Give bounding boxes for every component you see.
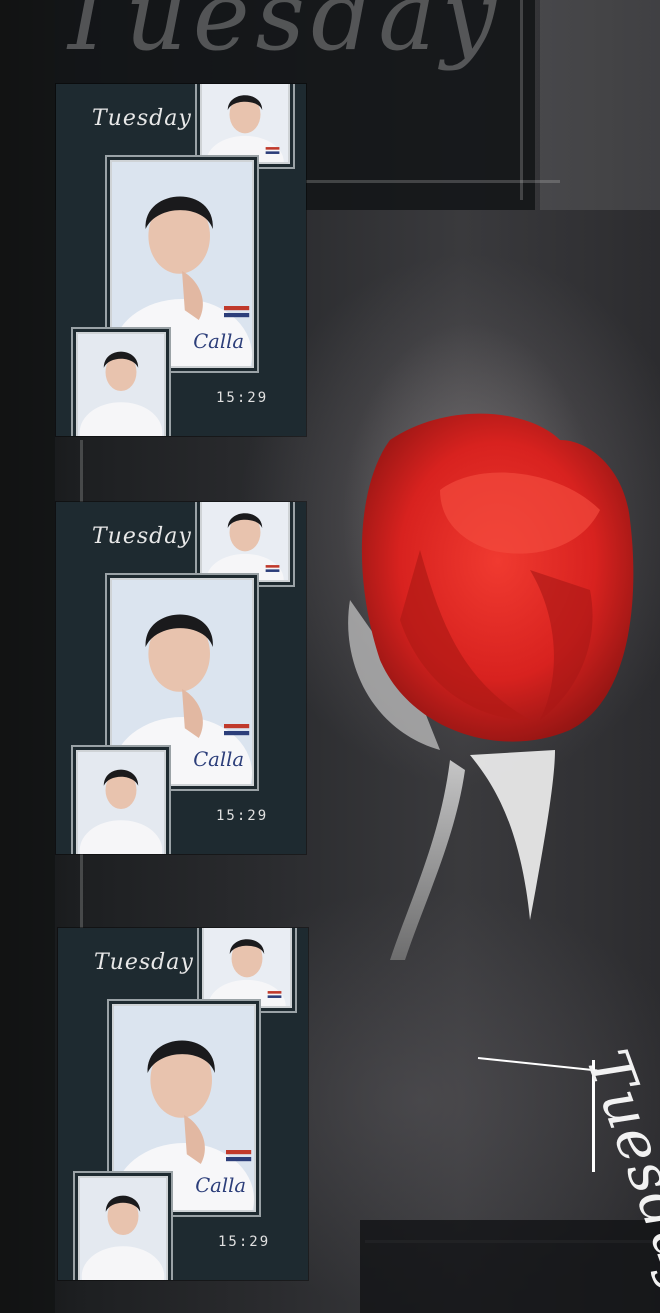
portrait-thumbnail-bottom [78,334,164,436]
card-title: Tuesday [92,524,192,549]
portrait-thumbnail-bottom [80,1178,166,1280]
portrait-thumbnail-top [202,502,288,580]
portrait-thumbnail-top [202,84,288,162]
rose-image [348,413,634,960]
background-top-right-panel [540,0,660,210]
card-time: 15:29 [216,390,269,406]
portrait-thumbnail-bottom [78,752,164,854]
card-title: Tuesday [92,106,192,131]
card-time: 15:29 [218,1234,271,1250]
collage-card: Tuesday Calla 15:29 [58,928,308,1280]
background-frame-line [520,0,523,200]
svg-text:Calla: Calla [193,330,244,353]
svg-text:Calla: Calla [195,1174,246,1197]
background-bottom-panel [360,1220,660,1313]
background-script-text: Tuesday [55,0,502,72]
card-title: Tuesday [94,950,194,975]
card-time: 15:29 [216,808,269,824]
svg-text:Calla: Calla [193,748,244,771]
background-left-strip [0,0,55,1313]
portrait-thumbnail-top [204,928,290,1006]
background-frame-line [300,180,560,183]
collage-card: Tuesday Calla 15:29 [56,502,306,854]
collage-card: Tuesday Calla 15:29 [56,84,306,436]
